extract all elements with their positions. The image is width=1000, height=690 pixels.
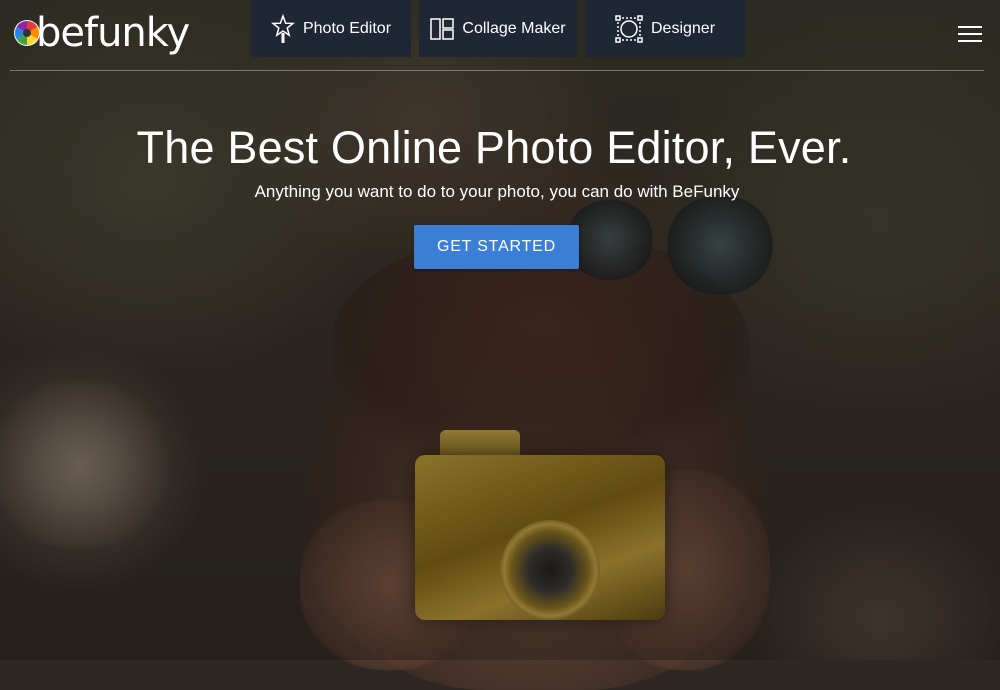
top-nav: Photo Editor Collage Maker Designer xyxy=(251,0,745,57)
designer-frame-icon xyxy=(615,14,643,43)
header-divider xyxy=(10,70,984,71)
brand-logo[interactable]: befunky xyxy=(12,6,190,60)
collage-grid-icon xyxy=(430,17,455,40)
nav-tab-label: Designer xyxy=(650,19,716,37)
nav-tab-label: Collage Maker xyxy=(462,19,566,37)
get-started-button[interactable]: GET STARTED xyxy=(414,225,579,269)
nav-tab-designer[interactable]: Designer xyxy=(585,0,745,57)
hamburger-menu-icon[interactable] xyxy=(958,24,982,44)
hero-subtitle: Anything you want to do to your photo, y… xyxy=(254,182,740,201)
hero-overlay xyxy=(0,0,1000,660)
hero-title: The Best Online Photo Editor, Ever. xyxy=(136,122,852,173)
star-wand-icon xyxy=(270,13,295,44)
nav-tab-collage-maker[interactable]: Collage Maker xyxy=(419,0,577,57)
nav-tab-photo-editor[interactable]: Photo Editor xyxy=(251,0,411,57)
brand-name: befunky xyxy=(36,10,190,56)
color-wheel-icon xyxy=(12,18,42,53)
nav-tab-label: Photo Editor xyxy=(302,19,392,37)
